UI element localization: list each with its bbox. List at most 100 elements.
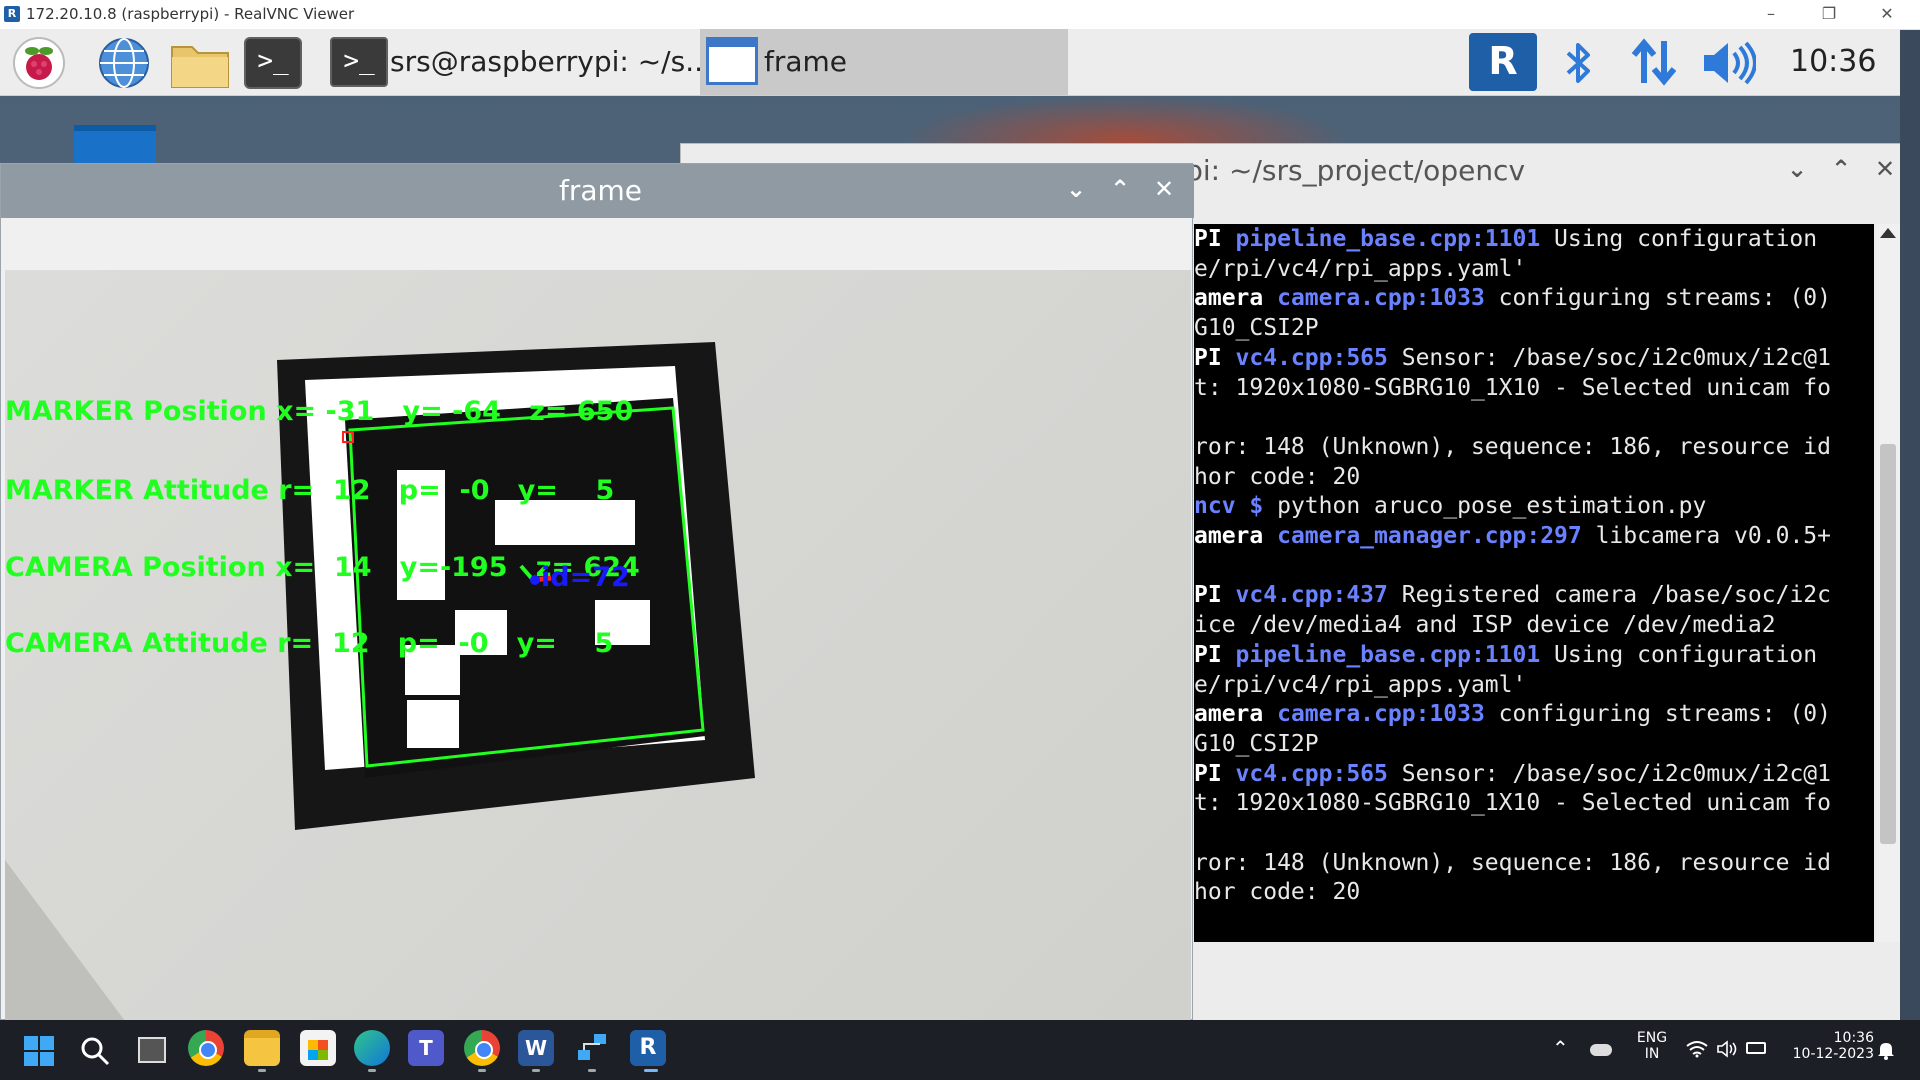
marker-position-readout: MARKER Position x= -31 y= -64 z= 650 [5, 396, 634, 427]
terminal-line-prefix: PI [1194, 226, 1236, 252]
terminal-scrollbar-thumb[interactable] [1880, 444, 1896, 844]
terminal-line-text: e/rpi/vc4/rpi_apps.yaml' [1194, 255, 1527, 282]
terminal-line-text: e/rpi/vc4/rpi_apps.yaml' [1194, 671, 1527, 698]
terminal-line-text: python aruco_pose_estimation.py [1263, 493, 1707, 520]
terminal-line: hor code: 20 [1194, 879, 1360, 905]
language-indicator[interactable]: ENG IN [1632, 1030, 1672, 1062]
chrome-icon[interactable] [188, 1030, 224, 1066]
microsoft-store-icon[interactable] [300, 1030, 336, 1066]
word-icon[interactable]: W [518, 1030, 554, 1066]
network-app-icon[interactable] [574, 1030, 610, 1066]
terminal-line-text: t: 1920x1080-SGBRG10_1X10 - Selected uni… [1194, 374, 1831, 401]
terminal-line-text: configuring streams: (0) [1484, 701, 1831, 728]
terminal-line: t: 1920x1080-SGBRG10_1X10 - Selected uni… [1194, 375, 1831, 401]
system-time: 10:36 [1833, 1030, 1874, 1046]
vnc-server-tray-icon[interactable]: R [1469, 33, 1537, 91]
edge-icon[interactable] [354, 1030, 390, 1066]
frame-titlebar[interactable]: frame ⌄ ⌃ ✕ [1, 164, 1194, 218]
web-browser-globe-icon[interactable] [98, 37, 150, 89]
taskbar-task-frame-label: frame [764, 45, 848, 78]
terminal-launcher-icon[interactable]: >_ [244, 37, 302, 89]
show-hidden-icons-chevron-up-icon[interactable]: ⌃ [1552, 1036, 1569, 1060]
file-manager-folder-icon[interactable] [170, 37, 229, 89]
close-button[interactable]: ✕ [1858, 0, 1916, 29]
battery-icon[interactable] [1746, 1042, 1766, 1054]
terminal-line-text: hor code: 20 [1194, 463, 1361, 490]
terminal-line: ice /dev/media4 and ISP device /dev/medi… [1194, 612, 1776, 638]
terminal-line-text: G10_CSI2P [1194, 730, 1319, 757]
camera-attitude-readout: CAMERA Attitude r= 12 p= -0 y= 5 [5, 628, 614, 659]
terminal-maximize-chevron-up-icon[interactable]: ⌃ [1826, 154, 1856, 184]
realvnc-logo-icon: R [4, 6, 20, 22]
file-explorer-icon[interactable] [244, 1030, 280, 1066]
terminal-line-prefix: amera [1194, 285, 1278, 312]
trash-icon[interactable] [74, 125, 156, 165]
vnc-viewer-titlebar: R 172.20.10.8 (raspberrypi) - RealVNC Vi… [0, 0, 1920, 30]
terminal-line-text: libcamera v0.0.5+ [1581, 523, 1831, 549]
terminal-line: e/rpi/vc4/rpi_apps.yaml' [1194, 672, 1526, 698]
search-icon[interactable] [80, 1036, 110, 1066]
window-icon [706, 37, 758, 85]
realvnc-viewer-icon[interactable]: R [630, 1030, 666, 1066]
terminal-line-source: pipeline_base.cpp:1101 [1235, 226, 1541, 252]
teams-icon[interactable]: T [408, 1030, 444, 1066]
raspberry-menu-icon[interactable] [13, 37, 65, 89]
terminal-window-title: rrypi: ~/srs_project/opencv [1146, 154, 1526, 187]
terminal-line-prefix: amera [1194, 523, 1278, 549]
terminal-line: PI vc4.cpp:437 Registered camera /base/s… [1194, 582, 1831, 608]
edge-running-indicator [368, 1069, 376, 1072]
terminal-line-source: pipeline_base.cpp:1101 [1235, 641, 1541, 668]
scroll-up-arrow-icon[interactable] [1880, 228, 1896, 238]
terminal-line-source: vc4.cpp:437 [1235, 582, 1388, 609]
windows-start-icon[interactable] [24, 1036, 54, 1066]
pi-taskbar: >_ >_ srs@raspberrypi: ~/s... frame R 10… [0, 29, 1900, 96]
chrome-running-indicator [478, 1069, 486, 1072]
language-code: ENG [1636, 1030, 1668, 1046]
notification-bell-icon[interactable] [1876, 1040, 1896, 1060]
speaker-icon[interactable] [1716, 1040, 1738, 1058]
terminal-minimize-chevron-down-icon[interactable]: ⌄ [1782, 154, 1812, 184]
terminal-line-text: Using configuration [1540, 641, 1818, 668]
task-view-icon[interactable] [138, 1037, 166, 1063]
taskbar-task-terminal-label: srs@raspberrypi: ~/s... [390, 45, 712, 78]
chrome-profile-icon[interactable] [464, 1030, 500, 1066]
terminal-line-text: G10_CSI2P [1194, 315, 1319, 342]
taskbar-task-terminal[interactable]: >_ srs@raspberrypi: ~/s... [328, 35, 712, 91]
terminal-line: ror: 148 (Unknown), sequence: 186, resou… [1194, 434, 1831, 460]
terminal-line: amera camera.cpp:1033 configuring stream… [1194, 701, 1831, 727]
frame-minimize-chevron-down-icon[interactable]: ⌄ [1061, 174, 1091, 204]
terminal-icon: >_ [330, 37, 388, 87]
file-explorer-running-indicator [258, 1069, 266, 1072]
terminal-line: amera camera.cpp:1033 configuring stream… [1194, 285, 1831, 311]
frame-window[interactable]: frame ⌄ ⌃ ✕ MARKER Position x= -31 y= -6… [0, 163, 1194, 1020]
frame-close-icon[interactable]: ✕ [1149, 174, 1179, 204]
terminal-line-text: hor code: 20 [1194, 879, 1361, 906]
frame-maximize-chevron-up-icon[interactable]: ⌃ [1105, 174, 1135, 204]
pi-clock: 10:36 [1790, 44, 1877, 79]
terminal-line-text: Sensor: /base/soc/i2c0mux/i2c@1 [1387, 760, 1831, 787]
terminal-line-prefix: PI [1194, 760, 1236, 787]
bluetooth-icon[interactable] [1558, 39, 1598, 87]
terminal-line-text: Sensor: /base/soc/i2c0mux/i2c@1 [1387, 344, 1831, 371]
terminal-line-text: configuring streams: (0) [1484, 285, 1831, 312]
terminal-line: PI vc4.cpp:565 Sensor: /base/soc/i2c0mux… [1194, 345, 1831, 371]
realvnc-running-indicator [644, 1069, 658, 1072]
system-clock[interactable]: 10:36 10-12-2023 [1778, 1030, 1874, 1062]
onedrive-cloud-icon[interactable] [1590, 1044, 1612, 1056]
minimize-button[interactable]: – [1742, 0, 1800, 29]
terminal-output[interactable]: PI pipeline_base.cpp:1101 Using configur… [1194, 224, 1874, 942]
restore-button[interactable]: ❐ [1800, 0, 1858, 29]
terminal-line: PI pipeline_base.cpp:1101 Using configur… [1194, 642, 1817, 668]
terminal-line-source: ncv $ [1194, 493, 1264, 520]
marker-attitude-readout: MARKER Attitude r= 12 p= -0 y= 5 [5, 475, 615, 506]
taskbar-task-frame[interactable]: frame [700, 29, 1068, 95]
wifi-icon[interactable] [1686, 1040, 1708, 1058]
remote-desktop: >_ >_ srs@raspberrypi: ~/s... frame R 10… [0, 29, 1900, 1020]
volume-icon[interactable] [1700, 39, 1757, 87]
terminal-line-source: vc4.cpp:565 [1235, 344, 1388, 371]
vnc-window-title: 172.20.10.8 (raspberrypi) - RealVNC View… [26, 5, 355, 23]
terminal-close-icon[interactable]: ✕ [1870, 154, 1900, 184]
network-arrows-icon[interactable] [1628, 37, 1680, 87]
terminal-line: PI pipeline_base.cpp:1101 Using configur… [1194, 226, 1817, 252]
network-app-running-indicator [588, 1069, 596, 1072]
